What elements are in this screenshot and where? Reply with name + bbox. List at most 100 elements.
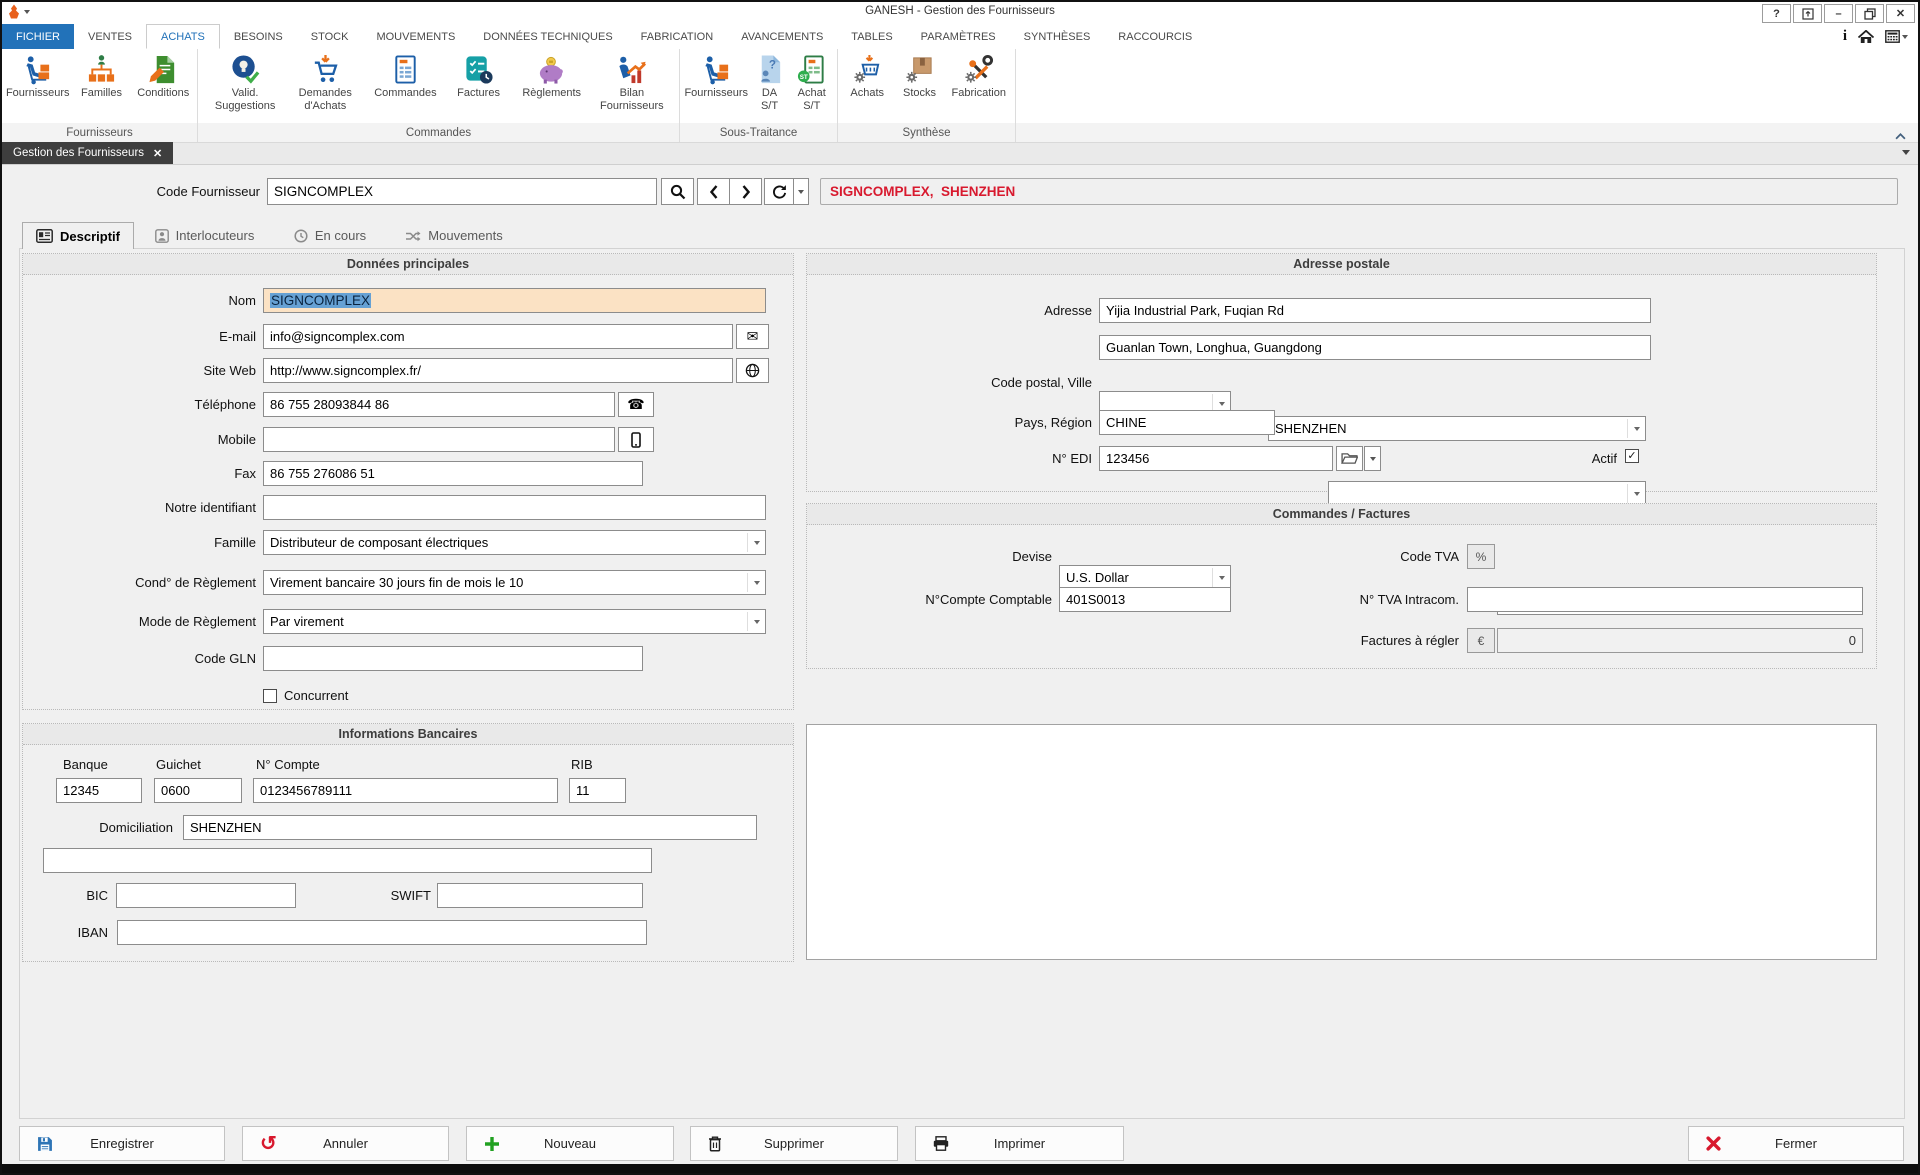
tab-en-cours[interactable]: En cours [285, 223, 375, 248]
ribbon-group-label: Commandes [198, 123, 679, 142]
swift-input[interactable] [437, 883, 643, 908]
menu-avancements[interactable]: AVANCEMENTS [727, 24, 837, 49]
print-label: Imprimer [994, 1136, 1045, 1151]
refresh-dropdown-button[interactable] [793, 178, 809, 205]
bic-input[interactable] [116, 883, 296, 908]
delete-button[interactable]: Supprimer [690, 1126, 898, 1161]
ribbon-bilan-fournisseurs[interactable]: Bilan Fournisseurs [599, 54, 665, 112]
cancel-button[interactable]: ↺ Annuler [242, 1126, 449, 1161]
code-fournisseur-input[interactable]: SIGNCOMPLEX [267, 178, 657, 205]
menu-raccourcis[interactable]: RACCOURCIS [1104, 24, 1206, 49]
rib-input[interactable]: 11 [569, 778, 626, 803]
ribbon-st-fournisseurs[interactable]: Fournisseurs [683, 54, 749, 100]
close-button[interactable]: ✕ [1886, 4, 1915, 23]
menu-achats[interactable]: ACHATS [146, 24, 220, 49]
code-gln-input[interactable] [263, 646, 643, 671]
close-form-button[interactable]: Fermer [1688, 1126, 1904, 1161]
fax-input[interactable]: 86 755 276086 51 [263, 461, 643, 486]
ribbon-label: Conditions [137, 87, 189, 100]
edi-dropdown-button[interactable] [1364, 446, 1381, 471]
ribbon-demandes-achats[interactable]: Demandes d'Achats [292, 54, 358, 112]
call-mobile-button[interactable] [618, 427, 654, 452]
tab-mouvements[interactable]: Mouvements [394, 223, 514, 248]
ribbon-fournisseurs[interactable]: Fournisseurs [5, 54, 71, 100]
swift-label: SWIFT [323, 888, 431, 903]
compte-comptable-input[interactable]: 401S0013 [1059, 587, 1231, 612]
compte-input[interactable]: 0123456789111 [253, 778, 558, 803]
ribbon-valid-suggestions[interactable]: Valid. Suggestions [212, 54, 278, 112]
next-record-button[interactable] [729, 178, 762, 205]
menu-besoins[interactable]: BESOINS [220, 24, 297, 49]
menu-fichier[interactable]: FICHIER [2, 24, 74, 49]
adresse-ligne1-input[interactable]: Yijia Industrial Park, Fuqian Rd [1099, 298, 1651, 323]
calculator-icon[interactable] [1885, 30, 1908, 43]
siteweb-input[interactable]: http://www.signcomplex.fr/ [263, 358, 733, 383]
domiciliation-ligne2-input[interactable] [43, 848, 652, 873]
previous-record-button[interactable] [697, 178, 730, 205]
menu-donnees-techniques[interactable]: DONNÉES TECHNIQUES [469, 24, 626, 49]
help-button[interactable]: ? [1762, 4, 1791, 23]
tab-interlocuteurs[interactable]: Interlocuteurs [142, 223, 267, 248]
ribbon-label: Règlements [522, 87, 581, 100]
email-input[interactable]: info@signcomplex.com [263, 324, 733, 349]
ribbon-familles[interactable]: Familles [74, 54, 130, 100]
tva-intracom-input[interactable] [1467, 587, 1863, 612]
calculator-dropdown-icon[interactable] [1902, 35, 1908, 42]
identifiant-input[interactable] [263, 495, 766, 520]
banque-input[interactable]: 12345 [56, 778, 142, 803]
guichet-input[interactable]: 0600 [154, 778, 242, 803]
send-email-button[interactable]: ✉ [736, 324, 769, 349]
ribbon-achat-st[interactable]: ST Achat S/T [790, 54, 834, 112]
call-phone-button[interactable]: ☎ [618, 392, 654, 417]
concurrent-checkbox[interactable] [263, 689, 277, 703]
mode-reglement-select[interactable]: Par virement [263, 609, 766, 634]
ribbon-synthese-fabrication[interactable]: Fabrication [948, 54, 1010, 100]
edi-input[interactable]: 123456 [1099, 446, 1333, 471]
tab-descriptif[interactable]: Descriptif [22, 222, 134, 249]
tab-close-icon[interactable]: ✕ [153, 147, 162, 160]
menu-ventes[interactable]: VENTES [74, 24, 146, 49]
ribbon-factures[interactable]: Factures [453, 54, 505, 100]
info-icon[interactable]: i [1843, 29, 1847, 44]
ribbon-conditions[interactable]: Conditions [132, 54, 194, 100]
menu-mouvements[interactable]: MOUVEMENTS [362, 24, 469, 49]
ribbon-synthese-achats[interactable]: Achats [843, 54, 891, 100]
mobile-input[interactable] [263, 427, 615, 452]
home-icon[interactable] [1858, 30, 1874, 44]
iban-input[interactable] [117, 920, 647, 945]
cond-reglement-select[interactable]: Virement bancaire 30 jours fin de mois l… [263, 570, 766, 595]
minimize-button[interactable]: – [1824, 4, 1853, 23]
guichet-value: 0600 [161, 783, 190, 798]
restore-button[interactable] [1855, 4, 1884, 23]
famille-select[interactable]: Distributeur de composant électriques [263, 530, 766, 555]
menu-stock[interactable]: STOCK [297, 24, 363, 49]
menu-parametres[interactable]: PARAMÈTRES [907, 24, 1010, 49]
edi-browse-button[interactable] [1336, 446, 1363, 471]
ribbon-commandes[interactable]: Commandes [372, 54, 438, 100]
adresse-ligne2-input[interactable]: Guanlan Town, Longhua, Guangdong [1099, 335, 1651, 360]
domiciliation-input[interactable]: SHENZHEN [183, 815, 757, 840]
actif-checkbox[interactable]: ✓ [1625, 449, 1639, 463]
print-button[interactable]: Imprimer [915, 1126, 1124, 1161]
nom-input[interactable]: SIGNCOMPLEX [263, 288, 766, 313]
save-button[interactable]: Enregistrer [19, 1126, 225, 1161]
pin-button[interactable] [1793, 4, 1822, 23]
menu-syntheses[interactable]: SYNTHÈSES [1010, 24, 1105, 49]
telephone-input[interactable]: 86 755 28093844 86 [263, 392, 615, 417]
ribbon-reglements[interactable]: Règlements [519, 54, 585, 100]
globe-icon [745, 363, 760, 378]
close-form-label: Fermer [1775, 1136, 1817, 1151]
ville-select[interactable]: SHENZHEN [1268, 416, 1646, 441]
pays-input[interactable]: CHINE [1099, 410, 1275, 435]
document-tab-gestion-fournisseurs[interactable]: Gestion des Fournisseurs ✕ [2, 142, 173, 164]
search-button[interactable] [661, 178, 694, 205]
refresh-button[interactable] [764, 178, 794, 205]
new-button[interactable]: Nouveau [466, 1126, 674, 1161]
commandes-factures-title: Commandes / Factures [807, 504, 1876, 525]
menu-tables[interactable]: TABLES [837, 24, 906, 49]
menu-fabrication[interactable]: FABRICATION [627, 24, 728, 49]
ribbon-synthese-stocks[interactable]: Stocks [897, 54, 943, 100]
ribbon-da-st[interactable]: ? DA S/T [753, 54, 787, 112]
open-website-button[interactable] [736, 358, 769, 383]
tab-list-dropdown-icon[interactable] [1902, 150, 1910, 159]
